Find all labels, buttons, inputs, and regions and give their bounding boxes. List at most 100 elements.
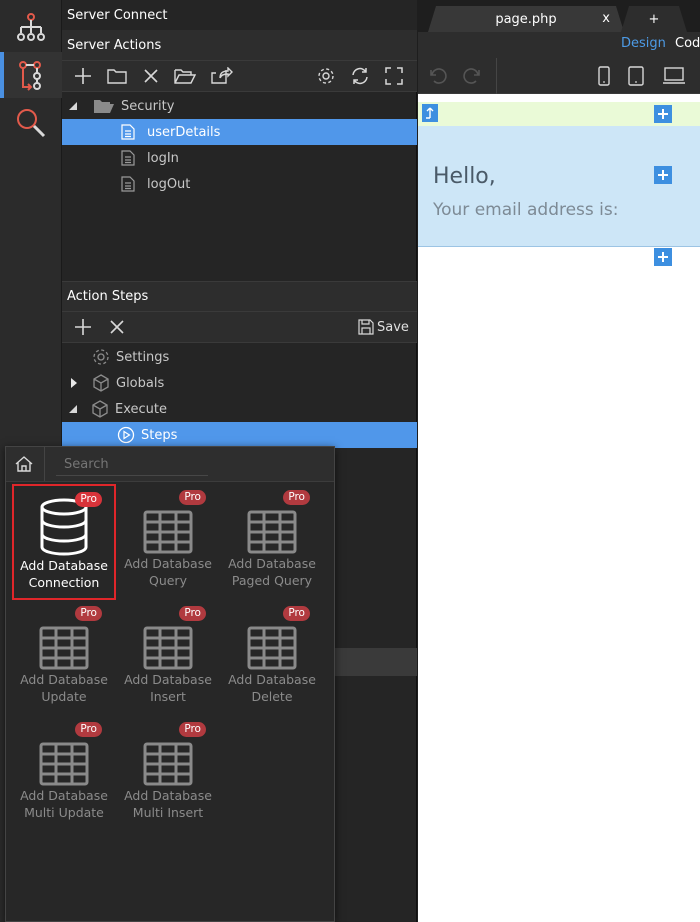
delete-icon — [144, 69, 158, 83]
step-settings[interactable]: Settings — [62, 344, 417, 370]
collapsed-triangle-icon[interactable] — [68, 378, 80, 388]
editor-tab-area: page.php x + Design Code — [418, 0, 700, 58]
tile-add-database-insert[interactable]: Pro Add Database Insert — [116, 600, 220, 716]
expanded-triangle-icon[interactable] — [67, 404, 79, 414]
add-element-button[interactable] — [654, 248, 672, 266]
file-icon — [121, 176, 135, 192]
action-steps-toolbar: Save — [62, 311, 417, 343]
search-icon — [14, 106, 48, 140]
table-icon: Pro — [138, 490, 206, 554]
refresh-button[interactable] — [348, 61, 372, 91]
delete-icon — [110, 320, 124, 334]
tile-add-database-paged-query[interactable]: Pro Add Database Paged Query — [220, 484, 324, 600]
redo-icon — [463, 68, 480, 84]
search-button[interactable] — [0, 100, 62, 146]
export-button[interactable] — [210, 61, 234, 91]
tab-page-php[interactable]: page.php x — [428, 6, 624, 32]
tile-add-database-query[interactable]: Pro Add Database Query — [116, 484, 220, 600]
design-view-tab[interactable]: Design — [621, 36, 666, 51]
pro-badge: Pro — [75, 492, 102, 507]
header-divider — [44, 447, 45, 481]
undo-button[interactable] — [428, 67, 448, 85]
folder-icon — [107, 69, 127, 84]
tile-label: Add Database Query — [124, 556, 212, 588]
toolbar-divider — [496, 58, 497, 94]
save-button[interactable]: Save — [358, 312, 409, 342]
panel-divider-bar — [335, 648, 417, 676]
panel-title: Server Connect — [62, 0, 417, 30]
server-actions-toolbar — [62, 60, 417, 92]
delete-button[interactable] — [139, 61, 163, 91]
save-icon — [358, 319, 374, 335]
phone-view-button[interactable] — [598, 66, 610, 86]
redo-button[interactable] — [462, 67, 482, 85]
tree-label: userDetails — [147, 124, 221, 140]
sitemap-button[interactable] — [0, 4, 62, 50]
code-view-tab[interactable]: Code — [675, 36, 700, 51]
server-connect-icon — [13, 57, 49, 93]
delete-step-button[interactable] — [105, 312, 129, 342]
desktop-view-button[interactable] — [662, 67, 686, 85]
search-input[interactable] — [56, 454, 208, 476]
tile-label: Add Database Delete — [228, 672, 316, 704]
step-label: Execute — [115, 401, 167, 417]
new-tab-button[interactable]: + — [621, 6, 687, 32]
step-steps[interactable]: Steps — [62, 422, 417, 448]
tile-add-database-update[interactable]: Pro Add Database Update — [12, 600, 116, 716]
tile-label: Add Database Multi Update — [20, 788, 108, 820]
database-icon: Pro — [34, 492, 102, 556]
tablet-view-button[interactable] — [628, 66, 644, 86]
step-label: Settings — [116, 349, 170, 365]
settings-button[interactable] — [314, 61, 338, 91]
phone-icon — [598, 66, 610, 86]
tree-item-logout[interactable]: logOut — [62, 171, 417, 197]
canvas-heading[interactable]: Hello, — [433, 164, 496, 189]
pro-badge: Pro — [179, 606, 206, 621]
tab-close[interactable]: x — [602, 11, 610, 26]
file-icon — [121, 150, 135, 166]
tile-add-database-connection[interactable]: Pro Add Database Connection — [12, 484, 116, 600]
content-block[interactable]: Hello, Your email address is: — [418, 126, 700, 247]
settings-icon — [318, 68, 334, 84]
open-folder-icon — [93, 98, 115, 114]
table-icon: Pro — [138, 606, 206, 670]
plus-icon — [658, 109, 668, 119]
action-steps-header: Action Steps — [62, 281, 417, 311]
step-label: Steps — [141, 427, 178, 443]
step-execute[interactable]: Execute — [62, 396, 417, 422]
tree-item-userdetails[interactable]: userDetails — [62, 119, 417, 145]
add-icon — [75, 68, 91, 84]
cube-icon — [91, 400, 109, 418]
open-folder-button[interactable] — [173, 61, 197, 91]
new-folder-button[interactable] — [105, 61, 129, 91]
design-toolbar — [418, 58, 700, 94]
fullscreen-button[interactable] — [382, 61, 406, 91]
step-globals[interactable]: Globals — [62, 370, 417, 396]
add-element-button[interactable] — [654, 105, 672, 123]
move-up-handle[interactable] — [422, 104, 438, 122]
tree-item-login[interactable]: logIn — [62, 145, 417, 171]
add-element-button[interactable] — [654, 166, 672, 184]
table-icon: Pro — [34, 606, 102, 670]
plus-icon — [658, 170, 668, 180]
tile-label: Add Database Multi Insert — [124, 788, 212, 820]
home-button[interactable] — [14, 455, 34, 473]
server-actions-header: Server Actions — [62, 30, 417, 60]
tile-add-database-multi-update[interactable]: Pro Add Database Multi Update — [12, 716, 116, 832]
refresh-icon — [352, 67, 368, 85]
design-canvas[interactable]: Hello, Your email address is: — [418, 94, 700, 922]
add-button[interactable] — [71, 61, 95, 91]
add-step-button[interactable] — [71, 312, 95, 342]
tree-folder-security[interactable]: Security — [62, 93, 417, 119]
pro-badge: Pro — [179, 722, 206, 737]
table-icon: Pro — [138, 722, 206, 786]
save-label: Save — [377, 319, 409, 335]
add-step-popup: Pro Add DatabaseConnection Pro Add Database… — [5, 446, 335, 922]
tile-label: Add Database Update — [20, 672, 108, 704]
tree-label: logIn — [147, 150, 179, 166]
canvas-subtext[interactable]: Your email address is: — [433, 200, 618, 220]
tab-label: page.php — [495, 11, 557, 27]
tile-add-database-delete[interactable]: Pro Add Database Delete — [220, 600, 324, 716]
server-connect-button[interactable] — [0, 52, 62, 98]
tile-add-database-multi-insert[interactable]: Pro Add Database Multi Insert — [116, 716, 220, 832]
